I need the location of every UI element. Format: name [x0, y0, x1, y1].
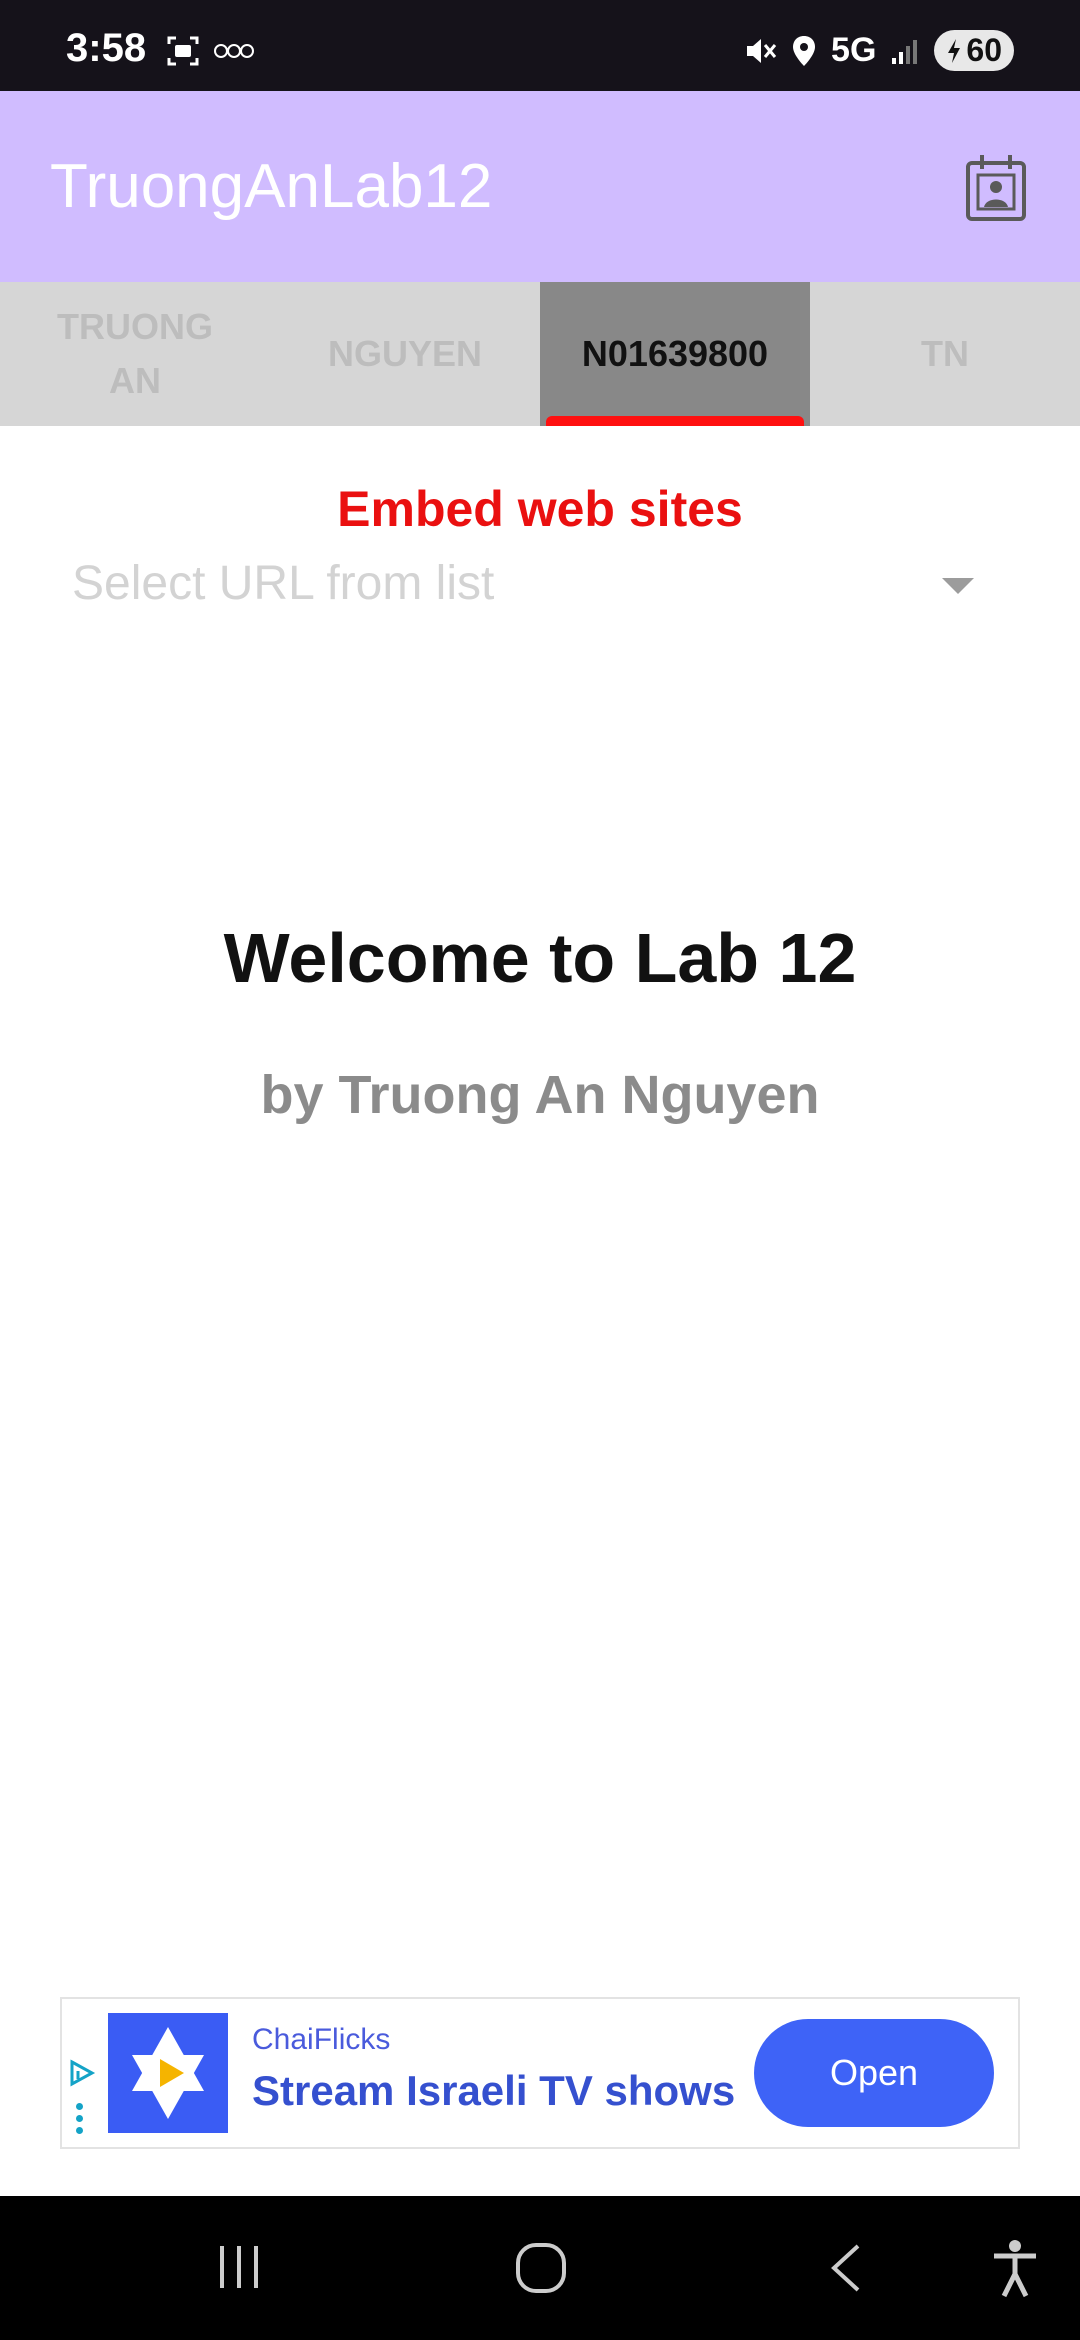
ad-headline: Stream Israeli TV shows	[252, 2067, 736, 2114]
ad-choices-icon[interactable]	[68, 2059, 96, 2087]
tab-active-indicator	[546, 416, 804, 426]
accessibility-button[interactable]	[990, 2238, 1040, 2298]
battery-level: 60	[966, 32, 1002, 68]
tab-label: TN	[921, 333, 969, 374]
signal-icon	[892, 39, 918, 64]
system-nav-bar	[0, 2196, 1080, 2340]
recent-apps-button[interactable]	[214, 2242, 264, 2292]
charging-icon	[948, 38, 961, 63]
tab-tn[interactable]: TN	[810, 282, 1080, 426]
ad-banner[interactable]: ChaiFlicks Stream Israeli TV shows Open	[60, 1997, 1020, 2149]
dropdown-arrow-icon	[942, 578, 974, 594]
location-icon	[793, 35, 816, 66]
tab-truong-an[interactable]: TRUONG AN	[0, 282, 270, 426]
star-play-icon	[132, 2027, 204, 2119]
app-notification-icon	[214, 44, 254, 58]
tab-student-id[interactable]: N01639800	[540, 282, 810, 426]
embed-title: Embed web sites	[337, 481, 743, 537]
ad-app-logo	[108, 2013, 228, 2133]
url-dropdown[interactable]: Select URL from list	[72, 552, 992, 618]
contact-calendar-button[interactable]	[964, 153, 1028, 223]
battery-indicator: 60	[934, 30, 1014, 71]
home-button[interactable]	[515, 2242, 567, 2294]
mute-icon	[747, 38, 777, 63]
welcome-heading: Welcome to Lab 12	[223, 919, 857, 997]
screenshot-icon	[167, 36, 199, 66]
network-type: 5G	[831, 31, 877, 69]
ad-open-button[interactable]: Open	[754, 2019, 994, 2127]
status-system-icons: 5G 60	[743, 30, 1014, 71]
ad-brand: ChaiFlicks	[252, 2023, 391, 2056]
status-time: 3:58	[66, 26, 147, 70]
status-notification-icons	[166, 34, 254, 68]
tab-bar: TRUONG AN NGUYEN N01639800 TN	[0, 282, 1080, 426]
contact-calendar-icon	[966, 155, 1026, 221]
tab-label: NGUYEN	[327, 333, 483, 374]
back-button[interactable]	[826, 2242, 866, 2294]
status-bar: 3:58 5G 60	[0, 0, 1080, 91]
tab-label: N01639800	[581, 333, 769, 374]
tab-nguyen[interactable]: NGUYEN	[270, 282, 540, 426]
app-title: TruongAnLab12	[50, 152, 493, 221]
ad-menu-icon[interactable]	[76, 2103, 83, 2139]
app-bar: TruongAnLab12	[0, 91, 1080, 282]
tab-label: TRUONG AN	[57, 306, 213, 401]
author-byline: by Truong An Nguyen	[260, 1065, 820, 1125]
url-dropdown-placeholder: Select URL from list	[72, 557, 495, 610]
